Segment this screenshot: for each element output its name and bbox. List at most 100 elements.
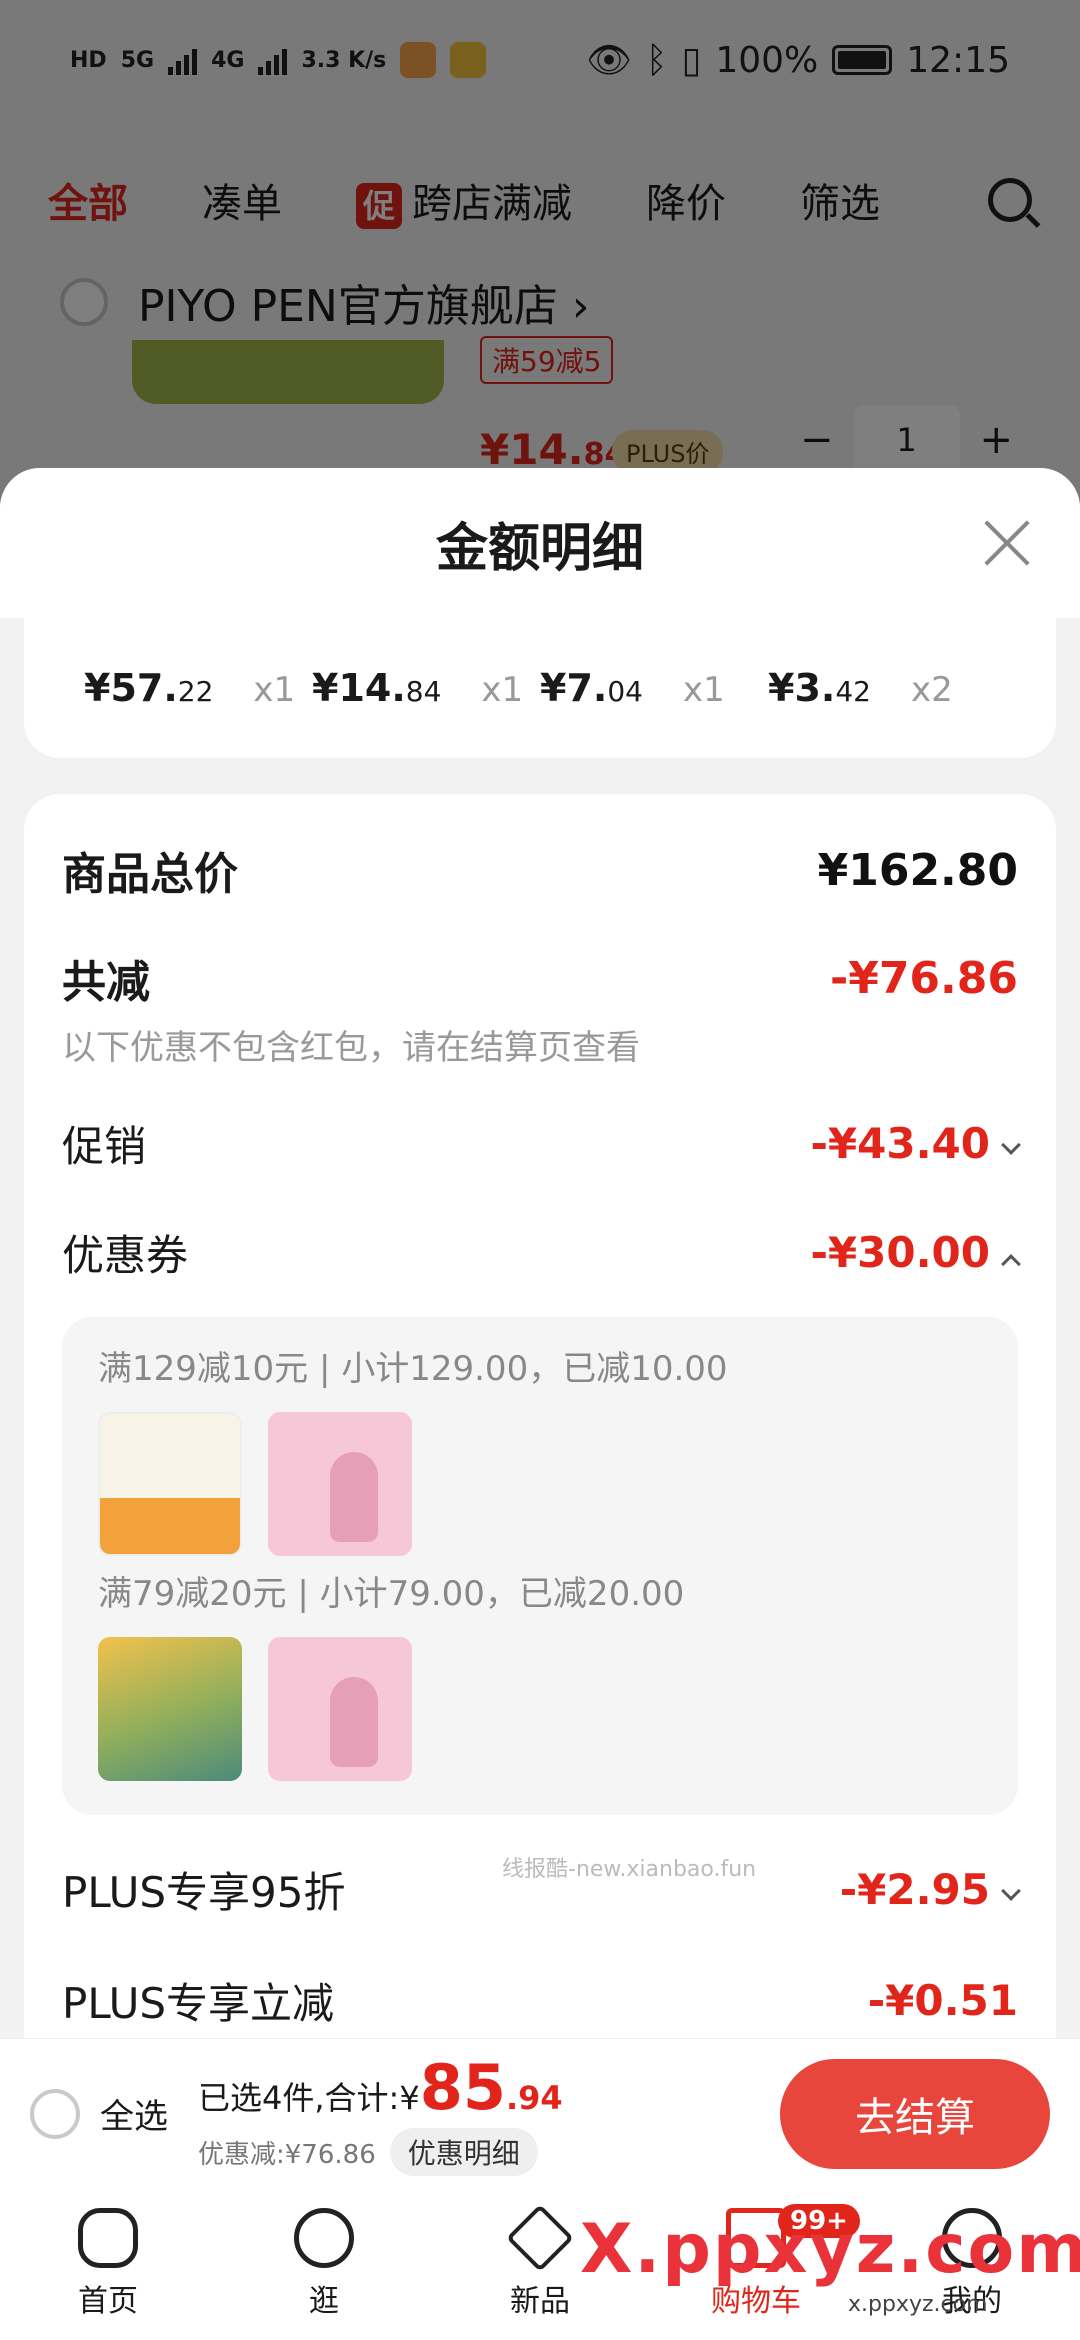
battery-icon — [832, 45, 893, 75]
promo-icon: 促 — [356, 183, 402, 229]
filter-tabs: 全部 凑单 促跨店满减 降价 筛选 — [0, 160, 1080, 240]
tab-cross-store-label: 跨店满减 — [412, 181, 572, 227]
minus-button[interactable]: − — [800, 417, 834, 463]
net-label-2: 4G — [211, 47, 245, 73]
total-row: 商品总价 ¥162.80 — [62, 838, 1018, 902]
shop-select-radio[interactable] — [60, 278, 108, 326]
watermark-url: x.ppxyz.com — [848, 2292, 988, 2317]
status-bar: HD 5G 4G 3.3 K/s 👁 ᛒ ▯ 100% 12:15 — [0, 0, 1080, 120]
quantity-value[interactable]: 1 — [853, 405, 960, 475]
coupon-products — [98, 1637, 982, 1781]
plus-price-tag: PLUS价 — [612, 430, 724, 473]
clock: 12:15 — [906, 39, 1010, 81]
item-price-dec: 84 — [405, 675, 442, 708]
checkout-button[interactable]: 去结算 — [780, 2058, 1050, 2169]
plus-cut-row: PLUS专享立减 -¥0.51 — [62, 1970, 1018, 2031]
signal-icon — [168, 45, 198, 75]
shop-name[interactable]: PIYO PEN官方旗舰店 › — [138, 270, 589, 334]
weibo-icon — [450, 42, 487, 78]
quantity-stepper: − 1 + — [800, 405, 1013, 475]
item-price: ¥3.42 x2 — [768, 666, 996, 710]
cube-icon — [506, 2204, 574, 2272]
summary-discount: 优惠减:¥76.86 优惠明细 — [198, 2128, 563, 2176]
item-qty: x1 — [481, 670, 524, 710]
close-icon[interactable] — [982, 518, 1032, 568]
watermark-logo: X.ppxyz.com — [580, 2210, 1080, 2289]
status-right: 👁 ᛒ ▯ 100% 12:15 — [586, 39, 1010, 82]
product-thumbnail-doll[interactable] — [268, 1637, 412, 1781]
bluetooth-icon: ᛒ — [645, 39, 668, 81]
item-price-dec: 42 — [835, 675, 871, 708]
sheet-header: 金额明细 — [0, 468, 1080, 618]
coupon-detail-box: 满129减10元 | 小计129.00，已减10.00 满79减20元 | 小计… — [62, 1317, 1018, 1815]
item-qty: x2 — [910, 670, 953, 710]
product-thumbnail-book[interactable] — [98, 1412, 242, 1556]
selected-count: 已选4件,合计:¥ — [198, 2079, 420, 2117]
discount-text: 优惠减:¥76.86 — [198, 2139, 376, 2170]
tab-bundle[interactable]: 凑单 — [202, 171, 282, 229]
select-all-label[interactable]: 全选 — [100, 2089, 168, 2138]
item-price-int: ¥14. — [312, 666, 406, 710]
reduce-value: -¥76.86 — [829, 952, 1018, 1004]
product-price: ¥14.84 — [480, 425, 625, 474]
product-thumbnail-doll[interactable] — [268, 1412, 412, 1556]
tab-filter[interactable]: 筛选 — [800, 171, 880, 229]
signal-group: HD 5G 4G 3.3 K/s — [70, 42, 487, 78]
promo-row[interactable]: 促销 -¥43.40 — [62, 1113, 1021, 1174]
plus95-row[interactable]: PLUS专享95折 线报酷-new.xianbao.fun -¥2.95 — [62, 1857, 1021, 1920]
discount-detail-button[interactable]: 优惠明细 — [389, 2128, 538, 2176]
price-int: ¥14. — [480, 425, 584, 474]
select-all-radio[interactable] — [30, 2088, 80, 2139]
price-breakdown-card: 商品总价 ¥162.80 共减 -¥76.86 以下优惠不包含红包，请在结算页查… — [24, 794, 1056, 2038]
promo-tag: 满59减5 — [480, 336, 614, 384]
total-value: ¥162.80 — [817, 844, 1018, 896]
total-int: 85 — [419, 2051, 506, 2124]
tab-home[interactable]: 首页 — [0, 2188, 216, 2340]
chevron-up-icon — [1001, 1254, 1021, 1274]
product-thumbnail-picture-book[interactable] — [98, 1637, 242, 1781]
plus95-label: PLUS专享95折 — [62, 1868, 346, 1917]
promo-label: 促销 — [62, 1122, 147, 1171]
item-qty: x1 — [253, 670, 296, 710]
net-label-1: 5G — [120, 47, 155, 73]
plus-cut-value: -¥0.51 — [867, 1976, 1018, 2025]
signal-icon-2 — [258, 45, 288, 75]
browse-icon — [294, 2208, 354, 2268]
total-label: 商品总价 — [62, 849, 238, 900]
eye-icon: 👁 — [586, 40, 632, 81]
tab-all[interactable]: 全部 — [48, 171, 128, 229]
total-dec: .94 — [505, 2079, 563, 2117]
promo-value: -¥43.40 — [810, 1119, 990, 1168]
background-page: HD 5G 4G 3.3 K/s 👁 ᛒ ▯ 100% 12:15 全部 凑单 … — [0, 0, 1080, 520]
checkout-bar: 全选 已选4件,合计:¥ 85 .94 优惠减:¥76.86 优惠明细 去结算 — [0, 2038, 1080, 2188]
net-speed: 3.3 K/s — [301, 47, 387, 73]
order-summary: 已选4件,合计:¥ 85 .94 优惠减:¥76.86 优惠明细 — [198, 2051, 563, 2176]
battery-percent: 100% — [715, 39, 819, 81]
app-notification-icon — [400, 42, 437, 78]
hd-icon: HD — [70, 47, 107, 73]
item-price-dec: 04 — [607, 675, 643, 708]
coupon-products — [98, 1412, 982, 1556]
tab-new-label: 新品 — [510, 2284, 570, 2319]
item-price-dec: 22 — [177, 675, 214, 708]
reduce-note: 以下优惠不包含红包，请在结算页查看 — [62, 1028, 640, 1068]
tab-cross-store[interactable]: 促跨店满减 — [356, 171, 572, 229]
shop-row: PIYO PEN官方旗舰店 › — [60, 270, 589, 334]
coupon-value: -¥30.00 — [810, 1228, 990, 1277]
search-icon[interactable] — [988, 178, 1032, 222]
plus95-value: -¥2.95 — [839, 1865, 990, 1914]
item-price: ¥14.84 x1 — [312, 666, 540, 710]
item-price-int: ¥7. — [540, 666, 608, 710]
tab-browse[interactable]: 逛 — [216, 2188, 432, 2340]
coupon-line: 满79减20元 | 小计79.00，已减20.00 — [98, 1574, 685, 1614]
sheet-title: 金额明细 — [435, 518, 644, 579]
tab-price-drop[interactable]: 降价 — [646, 171, 726, 229]
home-icon — [78, 2208, 138, 2268]
coupon-row[interactable]: 优惠券 -¥30.00 — [62, 1222, 1021, 1283]
chevron-down-icon — [1001, 1881, 1021, 1901]
item-price-strip: ¥57.22 x1 ¥14.84 x1 ¥7.04 x1 ¥3.42 x2 — [24, 618, 1056, 758]
vibrate-icon: ▯ — [681, 39, 702, 81]
item-price-int: ¥3. — [768, 666, 836, 710]
plus-button[interactable]: + — [980, 417, 1014, 463]
product-image[interactable] — [132, 340, 444, 404]
